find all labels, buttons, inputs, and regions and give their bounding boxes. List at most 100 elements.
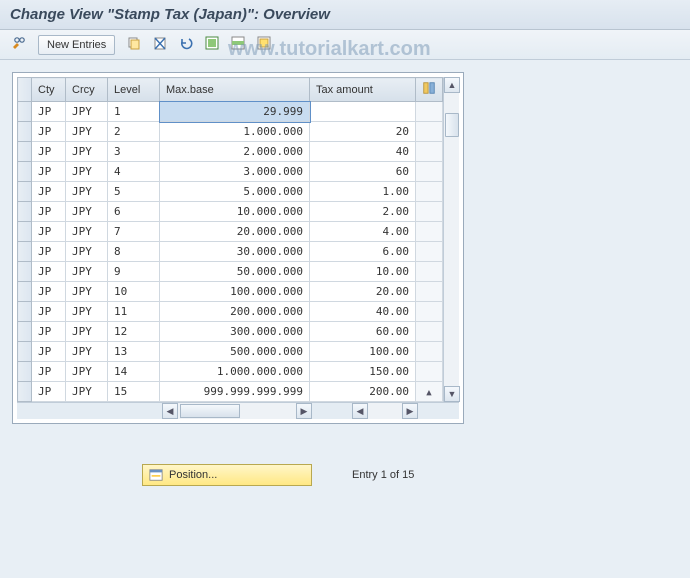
cell-level[interactable]: 11 [108, 302, 160, 322]
cell-taxamt[interactable] [310, 102, 416, 122]
cell-cty[interactable]: JP [32, 362, 66, 382]
cell-maxbase[interactable]: 999.999.999.999 [160, 382, 310, 402]
cell-maxbase[interactable]: 3.000.000 [160, 162, 310, 182]
cell-crcy[interactable]: JPY [66, 362, 108, 382]
cell-maxbase[interactable]: 1.000.000.000 [160, 362, 310, 382]
cell-crcy[interactable]: JPY [66, 142, 108, 162]
cell-maxbase[interactable]: 500.000.000 [160, 342, 310, 362]
cell-crcy[interactable]: JPY [66, 302, 108, 322]
row-selector[interactable] [18, 302, 32, 322]
cell-maxbase[interactable]: 5.000.000 [160, 182, 310, 202]
row-selector[interactable] [18, 102, 32, 122]
cell-taxamt[interactable]: 100.00 [310, 342, 416, 362]
table-config-button[interactable] [416, 78, 443, 102]
cell-cty[interactable]: JP [32, 222, 66, 242]
table-row[interactable]: JPJPY21.000.00020 [18, 122, 443, 142]
cell-cty[interactable]: JP [32, 242, 66, 262]
row-selector[interactable] [18, 222, 32, 242]
row-selector[interactable] [18, 262, 32, 282]
select-all-rows-header[interactable] [18, 78, 32, 102]
cell-cty[interactable]: JP [32, 382, 66, 402]
table-row[interactable]: JPJPY610.000.0002.00 [18, 202, 443, 222]
cell-cty[interactable]: JP [32, 342, 66, 362]
copy-as-button[interactable] [123, 34, 145, 56]
cell-maxbase[interactable]: 30.000.000 [160, 242, 310, 262]
scroll-up-button[interactable]: ▲ [444, 77, 460, 93]
horizontal-scrollbar-taxamt[interactable]: ◀ ▶ [352, 403, 418, 419]
cell-crcy[interactable]: JPY [66, 162, 108, 182]
cell-taxamt[interactable]: 6.00 [310, 242, 416, 262]
cell-cty[interactable]: JP [32, 322, 66, 342]
row-selector[interactable] [18, 322, 32, 342]
table-row[interactable]: JPJPY43.000.00060 [18, 162, 443, 182]
cell-taxamt[interactable]: 200.00 [310, 382, 416, 402]
cell-taxamt[interactable]: 20 [310, 122, 416, 142]
cell-maxbase[interactable]: 2.000.000 [160, 142, 310, 162]
table-row[interactable]: JPJPY720.000.0004.00 [18, 222, 443, 242]
horizontal-scrollbar-maxbase[interactable]: ◀ ▶ [162, 403, 312, 419]
cell-crcy[interactable]: JPY [66, 242, 108, 262]
cell-level[interactable]: 15 [108, 382, 160, 402]
col-header-level[interactable]: Level [108, 78, 160, 102]
cell-cty[interactable]: JP [32, 282, 66, 302]
cell-taxamt[interactable]: 40.00 [310, 302, 416, 322]
cell-level[interactable]: 6 [108, 202, 160, 222]
cell-level[interactable]: 13 [108, 342, 160, 362]
cell-cty[interactable]: JP [32, 262, 66, 282]
position-button[interactable]: Position... [142, 464, 312, 486]
cell-maxbase[interactable]: 100.000.000 [160, 282, 310, 302]
scroll-left-button-2[interactable]: ◀ [352, 403, 368, 419]
row-selector[interactable] [18, 182, 32, 202]
cell-cty[interactable]: JP [32, 182, 66, 202]
cell-crcy[interactable]: JPY [66, 102, 108, 122]
cell-taxamt[interactable]: 40 [310, 142, 416, 162]
cell-level[interactable]: 2 [108, 122, 160, 142]
cell-level[interactable]: 3 [108, 142, 160, 162]
cell-level[interactable]: 7 [108, 222, 160, 242]
table-row[interactable]: JPJPY830.000.0006.00 [18, 242, 443, 262]
vertical-scrollbar[interactable]: ▲ ▼ [443, 77, 459, 402]
cell-crcy[interactable]: JPY [66, 222, 108, 242]
cell-maxbase[interactable]: 10.000.000 [160, 202, 310, 222]
cell-taxamt[interactable]: 60.00 [310, 322, 416, 342]
cell-level[interactable]: 1 [108, 102, 160, 122]
col-header-cty[interactable]: Cty [32, 78, 66, 102]
cell-maxbase[interactable]: 29.999 [160, 102, 310, 122]
cell-maxbase[interactable]: 20.000.000 [160, 222, 310, 242]
row-selector[interactable] [18, 162, 32, 182]
row-selector[interactable] [18, 242, 32, 262]
select-block-button[interactable] [227, 34, 249, 56]
cell-taxamt[interactable]: 1.00 [310, 182, 416, 202]
cell-taxamt[interactable]: 2.00 [310, 202, 416, 222]
table-row[interactable]: JPJPY13500.000.000100.00 [18, 342, 443, 362]
cell-crcy[interactable]: JPY [66, 262, 108, 282]
table-row[interactable]: JPJPY15999.999.999.999200.00▲ [18, 382, 443, 402]
cell-taxamt[interactable]: 20.00 [310, 282, 416, 302]
row-selector[interactable] [18, 362, 32, 382]
cell-level[interactable]: 14 [108, 362, 160, 382]
col-header-taxamt[interactable]: Tax amount [310, 78, 416, 102]
cell-cty[interactable]: JP [32, 202, 66, 222]
cell-level[interactable]: 8 [108, 242, 160, 262]
cell-maxbase[interactable]: 200.000.000 [160, 302, 310, 322]
cell-cty[interactable]: JP [32, 162, 66, 182]
scroll-thumb-vertical[interactable] [445, 113, 459, 137]
cell-crcy[interactable]: JPY [66, 122, 108, 142]
col-header-crcy[interactable]: Crcy [66, 78, 108, 102]
table-row[interactable]: JPJPY11200.000.00040.00 [18, 302, 443, 322]
scroll-left-button[interactable]: ◀ [162, 403, 178, 419]
undo-button[interactable] [175, 34, 197, 56]
cell-level[interactable]: 12 [108, 322, 160, 342]
table-row[interactable]: JPJPY129.999 [18, 102, 443, 122]
scroll-right-button[interactable]: ▶ [296, 403, 312, 419]
row-selector[interactable] [18, 382, 32, 402]
cell-taxamt[interactable]: 60 [310, 162, 416, 182]
deselect-all-button[interactable] [253, 34, 275, 56]
scroll-track-vertical[interactable] [444, 93, 459, 386]
new-entries-button[interactable]: New Entries [38, 35, 115, 55]
cell-cty[interactable]: JP [32, 302, 66, 322]
table-row[interactable]: JPJPY32.000.00040 [18, 142, 443, 162]
cell-cty[interactable]: JP [32, 142, 66, 162]
cell-level[interactable]: 4 [108, 162, 160, 182]
row-selector[interactable] [18, 282, 32, 302]
